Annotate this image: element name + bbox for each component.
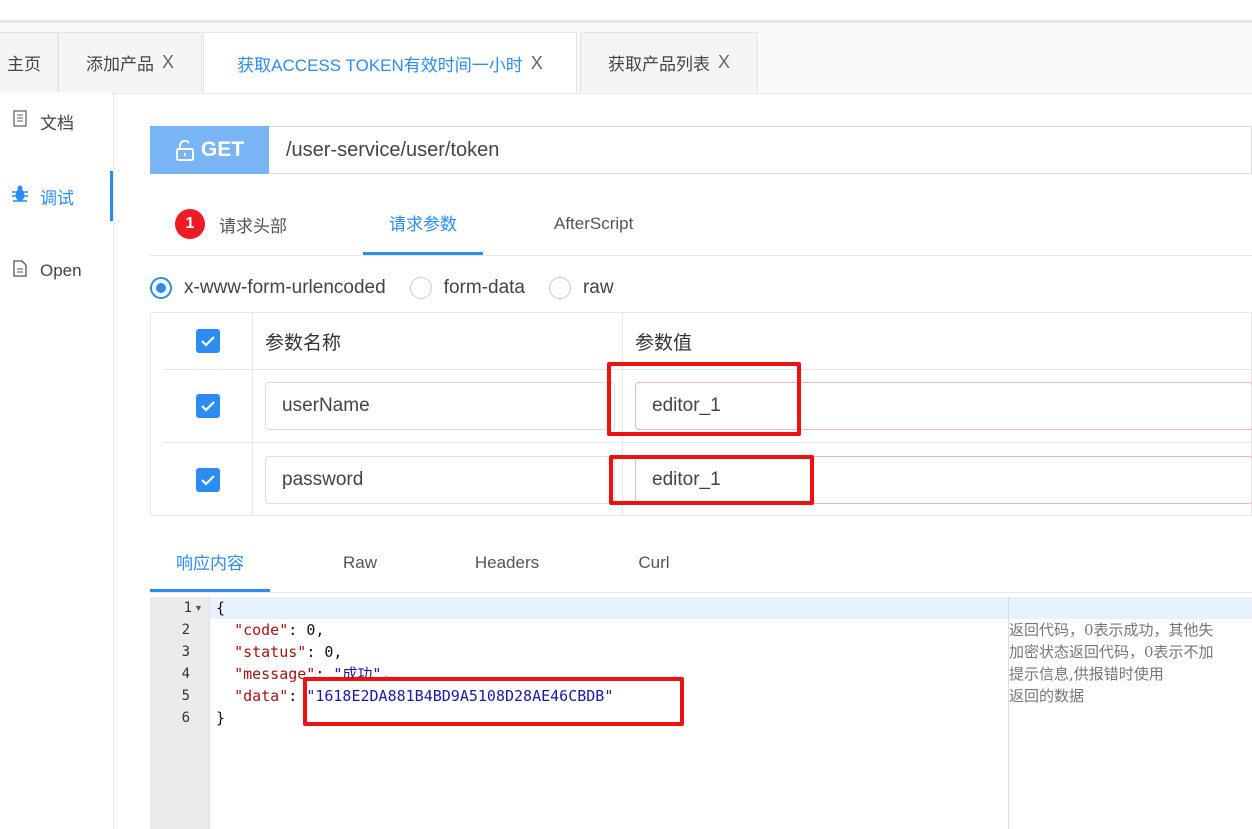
tab-request-headers[interactable]: 1 请求头部: [175, 193, 325, 255]
tab-bar: 主页 添加产品 X 获取ACCESS TOKEN有效时间一小时 X 获取产品列表…: [0, 23, 1252, 94]
line-number: 2: [181, 622, 190, 638]
field-comments: 返回代码，0表示成功，其他失 加密状态返回代码，0表示不加 提示信息,供报错时使…: [1008, 597, 1252, 829]
line-number: 3: [181, 644, 190, 660]
json-key: "status": [234, 643, 307, 661]
radio-raw[interactable]: raw: [548, 277, 614, 299]
line-number: 4: [181, 666, 190, 682]
bug-icon: [10, 185, 30, 208]
tab-label: 添加产品: [85, 55, 154, 74]
tab-request-params[interactable]: 请求参数: [363, 193, 483, 255]
sidebar-item-docs[interactable]: 文档: [0, 101, 113, 141]
radio-label: x-www-form-urlencoded: [184, 277, 386, 298]
field-comment: 加密状态返回代码，0表示不加: [1009, 643, 1214, 661]
tab-label: 请求参数: [389, 215, 457, 234]
document-icon: [10, 110, 30, 132]
body-type-radios: x-www-form-urlencoded form-data raw: [150, 273, 638, 303]
close-icon[interactable]: X: [162, 52, 174, 73]
radio-form-data[interactable]: form-data: [409, 277, 525, 299]
unlock-icon: [175, 139, 194, 161]
sidebar-item-label: 调试: [40, 188, 74, 208]
file-icon: [10, 260, 30, 282]
method-button[interactable]: GET: [150, 126, 269, 174]
method-label: GET: [200, 138, 245, 161]
json-key: "code": [234, 621, 289, 639]
tab-home[interactable]: 主页: [0, 32, 58, 92]
field-comment: 返回的数据: [1009, 687, 1085, 705]
tab-label: 请求头部: [219, 216, 287, 236]
url-bar: GET /user-service/user/token: [150, 126, 1252, 174]
tab-label: Curl: [638, 552, 670, 572]
json-key: "data": [234, 687, 289, 705]
top-strip: [0, 0, 1252, 23]
sidebar-item-label: 文档: [40, 113, 74, 133]
field-comment: 提示信息,供报错时使用: [1009, 665, 1164, 683]
tab-label: AfterScript: [554, 214, 634, 233]
url-input[interactable]: /user-service/user/token: [286, 139, 499, 162]
tab-label: 获取ACCESS TOKEN有效时间一小时: [237, 55, 523, 75]
tab-access-token[interactable]: 获取ACCESS TOKEN有效时间一小时 X: [203, 32, 577, 93]
line-number: 5: [181, 688, 190, 704]
line-gutter: 1 ▼ 2 3 4 5 6: [150, 597, 210, 829]
json-value: 0: [306, 621, 316, 639]
radio-label: form-data: [443, 277, 525, 298]
line-number: 1: [183, 600, 192, 616]
code-text: {: [216, 599, 226, 617]
tab-curl[interactable]: Curl: [604, 533, 704, 592]
close-icon[interactable]: X: [531, 53, 543, 74]
tab-response-content[interactable]: 响应内容: [150, 533, 270, 592]
request-subtabs: 1 请求头部 请求参数 AfterScript: [150, 193, 1252, 256]
sidebar-item-open[interactable]: Open: [0, 251, 113, 291]
highlight-box-token: [303, 677, 684, 726]
tab-label: 响应内容: [176, 553, 244, 573]
highlight-box-username-value: [607, 362, 801, 436]
radio-button[interactable]: [548, 277, 571, 299]
fold-arrow-icon[interactable]: ▼: [194, 597, 203, 619]
radio-label: raw: [582, 277, 614, 298]
column-header-name: 参数名称: [265, 332, 342, 354]
code-text: }: [216, 709, 226, 727]
param-name-input[interactable]: userName: [265, 382, 615, 430]
tab-headers[interactable]: Headers: [457, 533, 557, 592]
json-value: 0: [324, 643, 334, 661]
tab-afterscript[interactable]: AfterScript: [554, 193, 633, 255]
tab-label: 主页: [7, 55, 41, 74]
sidebar-item-debug[interactable]: 调试: [0, 171, 113, 221]
row-checkbox[interactable]: [195, 467, 220, 492]
tab-add-product[interactable]: 添加产品 X: [58, 32, 202, 92]
row-checkbox[interactable]: [195, 394, 220, 418]
tab-product-list[interactable]: 获取产品列表 X: [580, 32, 758, 92]
close-icon[interactable]: X: [718, 52, 730, 73]
tab-raw[interactable]: Raw: [310, 533, 410, 592]
sidebar: 文档 调试 Open: [0, 93, 114, 829]
sidebar-item-label: Open: [40, 261, 82, 280]
response-tabs: 响应内容 Raw Headers Curl: [150, 533, 1252, 593]
radio-button[interactable]: [409, 277, 432, 299]
tab-label: Headers: [474, 552, 540, 572]
count-badge: 1: [175, 209, 205, 239]
tab-label: 获取产品列表: [607, 55, 710, 74]
radio-button[interactable]: [150, 277, 172, 299]
column-header-value: 参数值: [635, 332, 693, 354]
select-all-checkbox[interactable]: [195, 329, 220, 353]
highlight-box-password-value: [609, 455, 814, 505]
main-panel: GET /user-service/user/token 1 请求头部 请求参数…: [150, 93, 1252, 829]
radio-urlencoded[interactable]: x-www-form-urlencoded: [150, 277, 386, 299]
field-comment: 返回代码，0表示成功，其他失: [1009, 621, 1214, 639]
line-number: 6: [181, 710, 190, 726]
param-name-input[interactable]: password: [265, 455, 615, 504]
tab-label: Raw: [342, 552, 377, 572]
